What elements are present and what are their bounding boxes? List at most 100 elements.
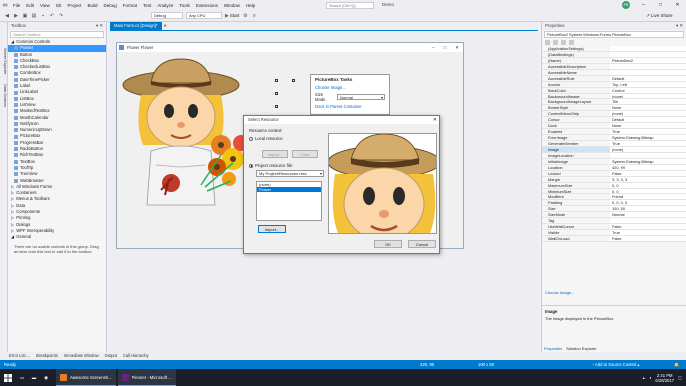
menu-file[interactable]: File — [13, 3, 20, 8]
clear-button[interactable]: Clear — [292, 150, 318, 158]
dialog-close-icon[interactable]: ✕ — [433, 116, 437, 124]
menu-extensions[interactable]: Extensions — [196, 3, 218, 8]
menu-project[interactable]: Project — [67, 3, 81, 8]
property-value[interactable]: False — [610, 236, 686, 241]
property-value[interactable]: 3, 3, 3, 3 — [610, 176, 686, 182]
property-value[interactable]: (none) — [610, 93, 686, 99]
tab-main-form-design[interactable]: Main Form.cs [Design]* — [110, 22, 162, 30]
property-value[interactable]: True — [610, 141, 686, 146]
network-icon[interactable]: ▴ — [643, 375, 645, 380]
file-explorer-icon[interactable]: ▬ — [28, 369, 40, 386]
cancel-button[interactable]: Cancel — [408, 240, 436, 248]
property-value[interactable] — [610, 69, 686, 75]
resx-select[interactable]: My Project\Resources.resx — [256, 170, 324, 177]
property-value[interactable]: 420, 99 — [610, 164, 686, 170]
resize-handle[interactable] — [275, 92, 278, 95]
project-resource-radio[interactable]: Project resource file: — [249, 163, 293, 168]
property-value[interactable]: (none) — [610, 111, 686, 117]
resize-handle[interactable] — [275, 105, 278, 108]
menu-help[interactable]: Help — [246, 3, 255, 8]
forward-icon[interactable]: ▶ — [13, 13, 19, 19]
design-surface[interactable]: Flower Flower – □ ✕ PictureBox Tasks Cho… — [110, 30, 538, 352]
source-control-button[interactable]: ↑ Add to Source Control ▴ — [592, 360, 640, 369]
tab-immediate-window[interactable]: Immediate Window — [64, 352, 99, 360]
toolbox-search-input[interactable]: Search Toolbox — [10, 31, 104, 38]
close-button[interactable]: ✕ — [669, 0, 686, 10]
volume-icon[interactable]: ◖ — [649, 375, 652, 380]
menu-git[interactable]: Git — [56, 3, 62, 8]
local-resource-radio[interactable]: Local resource: — [249, 136, 325, 141]
property-value[interactable]: None — [610, 123, 686, 129]
tab-solution-explorer[interactable]: Solution Explorer — [566, 345, 596, 352]
maximize-button[interactable]: □ — [652, 0, 669, 10]
property-value[interactable]: PictureBox2 — [610, 57, 686, 63]
tab-properties[interactable]: Properties — [544, 345, 562, 352]
choose-image-link[interactable]: Choose Image... — [545, 290, 574, 295]
platform-select[interactable]: Any CPU — [186, 12, 222, 19]
menu-view[interactable]: View — [40, 3, 50, 8]
task-view-icon[interactable]: ▭ — [16, 369, 28, 386]
close-tab-icon[interactable]: ✕ — [164, 22, 167, 30]
resource-list[interactable]: (none) Flower — [256, 181, 322, 221]
property-value[interactable]: Control — [610, 87, 686, 93]
menu-edit[interactable]: Edit — [26, 3, 34, 8]
resize-handle[interactable] — [292, 79, 295, 82]
dock-link[interactable]: Dock in Parent Container — [311, 103, 389, 110]
property-value[interactable]: 0, 0, 0, 0 — [610, 200, 686, 206]
tab-output[interactable]: Output — [105, 352, 117, 360]
property-value[interactable]: 0, 0 — [610, 182, 686, 188]
action-center-icon[interactable]: ▢ — [678, 375, 682, 380]
menu-analyze[interactable]: Analyze — [157, 3, 173, 8]
menu-window[interactable]: Window — [224, 3, 240, 8]
pin-icon[interactable]: ▾ ✕ — [96, 22, 103, 30]
properties-icon[interactable] — [561, 40, 566, 45]
size-mode-select[interactable]: Normal — [336, 94, 385, 100]
taskbar-app-screenshot[interactable]: Awesome Screensh... — [56, 369, 116, 386]
save-icon[interactable]: ▪ — [40, 13, 46, 19]
categorized-icon[interactable] — [545, 40, 550, 45]
open-icon[interactable]: ▤ — [31, 13, 37, 19]
taskbar-app-visual-studio[interactable]: Flexnet - Microsoft ... — [117, 369, 176, 386]
property-value[interactable]: System.Drawing.Bitmap — [610, 135, 686, 140]
property-value[interactable]: System.Drawing.Bitmap — [610, 158, 686, 164]
new-project-icon[interactable]: ▣ — [22, 13, 28, 19]
property-value[interactable] — [610, 46, 686, 51]
property-value[interactable]: False — [610, 170, 686, 176]
pin-icon[interactable]: ▾ ✕ — [676, 22, 683, 30]
property-value[interactable] — [610, 51, 686, 57]
alphabetical-icon[interactable] — [553, 40, 558, 45]
property-value[interactable] — [610, 218, 686, 224]
resize-handle[interactable] — [275, 79, 278, 82]
avatar[interactable]: PN — [622, 1, 630, 9]
property-value[interactable]: Default — [610, 75, 686, 81]
property-value[interactable]: Friend — [610, 194, 686, 200]
tab-breakpoints[interactable]: Breakpoints — [36, 352, 58, 360]
menu-debug[interactable]: Debug — [104, 3, 117, 8]
property-value[interactable]: Normal — [610, 212, 686, 218]
property-value[interactable] — [610, 63, 686, 69]
property-value[interactable]: True — [610, 230, 686, 235]
undo-icon[interactable]: ↶ — [49, 13, 55, 19]
property-value[interactable]: 0, 0 — [610, 188, 686, 194]
back-icon[interactable]: ◀ — [4, 13, 10, 19]
property-value[interactable]: False — [610, 224, 686, 230]
clock[interactable]: 2:41 PM 6/28/2017 — [655, 373, 674, 383]
minimize-button[interactable]: – — [635, 0, 652, 10]
notification-bell-icon[interactable]: 🔔 — [674, 360, 679, 369]
import-button[interactable]: Import... — [258, 225, 286, 233]
object-selector[interactable]: PictureBox2 System.Windows.Forms.Picture… — [544, 31, 684, 38]
configuration-select[interactable]: Debug — [151, 12, 183, 19]
property-value[interactable]: (none) — [610, 146, 686, 152]
list-item[interactable]: Flower — [257, 187, 321, 192]
start-button[interactable]: ▶ Start — [225, 13, 239, 19]
ok-button[interactable]: OK — [374, 240, 402, 248]
property-value[interactable]: True — [610, 129, 686, 135]
windows-start-button[interactable] — [0, 369, 16, 386]
redo-icon[interactable]: ↷ — [58, 13, 64, 19]
menu-format[interactable]: Format — [123, 3, 137, 8]
menu-test[interactable]: Test — [143, 3, 151, 8]
events-icon[interactable] — [569, 40, 574, 45]
menu-tools[interactable]: Tools — [179, 3, 190, 8]
property-value[interactable]: Default — [610, 117, 686, 123]
property-row[interactable]: WaitOnLoad False — [542, 236, 686, 242]
